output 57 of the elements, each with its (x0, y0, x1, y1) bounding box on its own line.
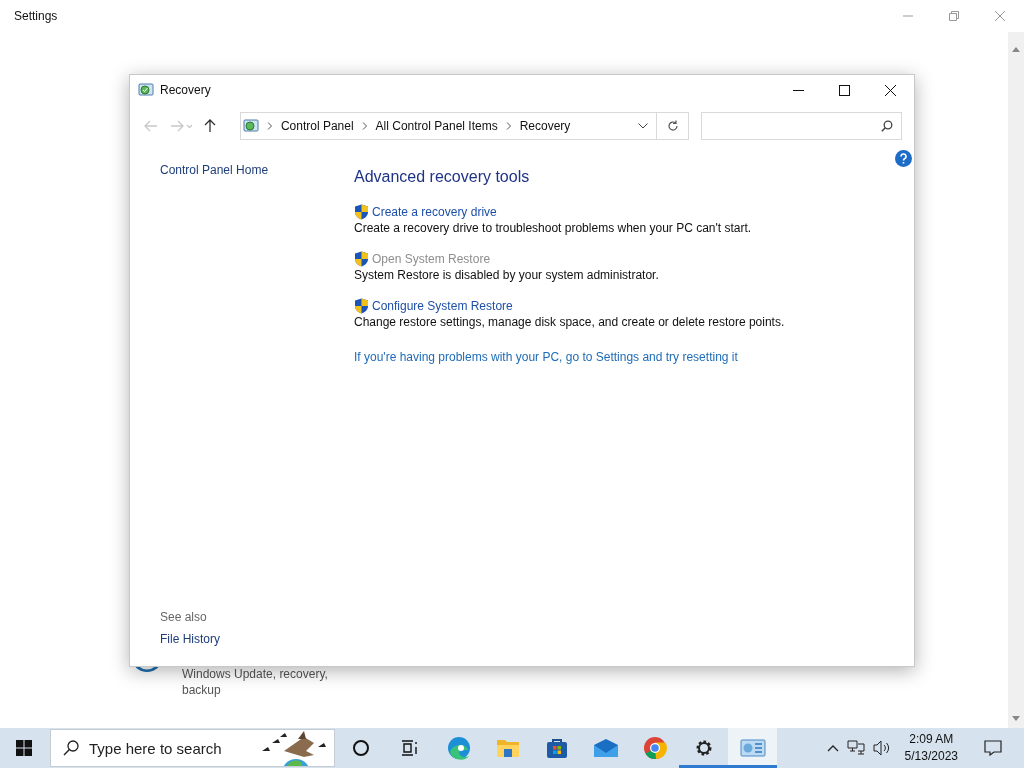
item-description: Windows Update, recovery, backup (182, 666, 329, 698)
scroll-up-icon[interactable] (1012, 46, 1020, 52)
clock-date[interactable]: 5/13/2023 (904, 748, 958, 765)
task-description: Change restore settings, manage disk space, and create or delete restore points. (354, 315, 785, 329)
control-panel-icon (138, 82, 154, 98)
window-title: Settings (14, 9, 58, 23)
control-panel-icon (242, 118, 259, 134)
sidebar-link[interactable]: Control Panel Home (160, 163, 354, 177)
windows-icon (16, 740, 32, 756)
circle-icon (351, 739, 370, 757)
scrollbar[interactable] (1008, 32, 1024, 728)
taskbar-search-field[interactable]: Type here to search (50, 729, 335, 767)
up-icon[interactable] (204, 119, 216, 133)
clock-time[interactable]: 2:09 AM (909, 731, 954, 748)
help-icon[interactable] (895, 150, 912, 167)
maximize-icon[interactable] (839, 84, 850, 96)
task-view-icon (400, 739, 419, 757)
section-heading: Advanced recovery tools (354, 168, 530, 186)
restore-icon[interactable] (948, 10, 960, 22)
chrome-icon (642, 736, 667, 760)
edge-icon (446, 736, 471, 760)
search-icon (881, 120, 893, 132)
task-description: Create a recovery drive to troubleshoot problems when your PC can't start. (354, 221, 752, 235)
dropdown-icon[interactable] (638, 123, 649, 129)
refresh-icon (666, 120, 679, 132)
task-description: System Restore is disabled by your system administrator. (354, 268, 659, 282)
window-title: Recovery (160, 83, 211, 97)
shield-icon (354, 204, 369, 220)
caret-icon[interactable] (826, 744, 839, 752)
reset-link[interactable]: If you're having problems with your PC, go to Settings and try resetting it (354, 350, 738, 364)
breadcrumb-item[interactable]: All Control Panel Items (375, 119, 498, 133)
folder-icon (495, 738, 520, 758)
task-link[interactable]: Configure System Restore (372, 299, 513, 313)
store-icon (545, 737, 568, 759)
see-also-heading: See also (160, 610, 208, 624)
task-link: Open System Restore (372, 252, 491, 266)
volume-icon[interactable] (872, 740, 891, 756)
control-panel-icon (739, 738, 766, 758)
close-icon[interactable] (885, 84, 896, 96)
address-bar[interactable]: Control Panel All Control Panel Items Recovery (239, 112, 658, 140)
notification-icon[interactable] (984, 740, 1002, 756)
task-link[interactable]: Create a recovery drive (372, 205, 497, 219)
shield-icon (354, 298, 369, 314)
network-icon[interactable] (846, 740, 865, 756)
chevron-icon[interactable] (266, 122, 273, 130)
shield-icon (354, 251, 369, 267)
chevron-icon[interactable] (505, 122, 512, 130)
chevron-icon[interactable] (361, 122, 368, 130)
update-icon[interactable] (135, 666, 159, 673)
search-field[interactable] (701, 112, 902, 140)
breadcrumb-item[interactable]: Control Panel (280, 119, 354, 133)
scroll-down-icon[interactable] (1012, 716, 1020, 722)
refresh-button[interactable] (657, 112, 690, 140)
search-icon (63, 740, 79, 756)
breadcrumb-item[interactable]: Recovery (519, 119, 571, 133)
envelope-icon (592, 738, 619, 758)
see-also-link[interactable]: File History (160, 632, 354, 646)
